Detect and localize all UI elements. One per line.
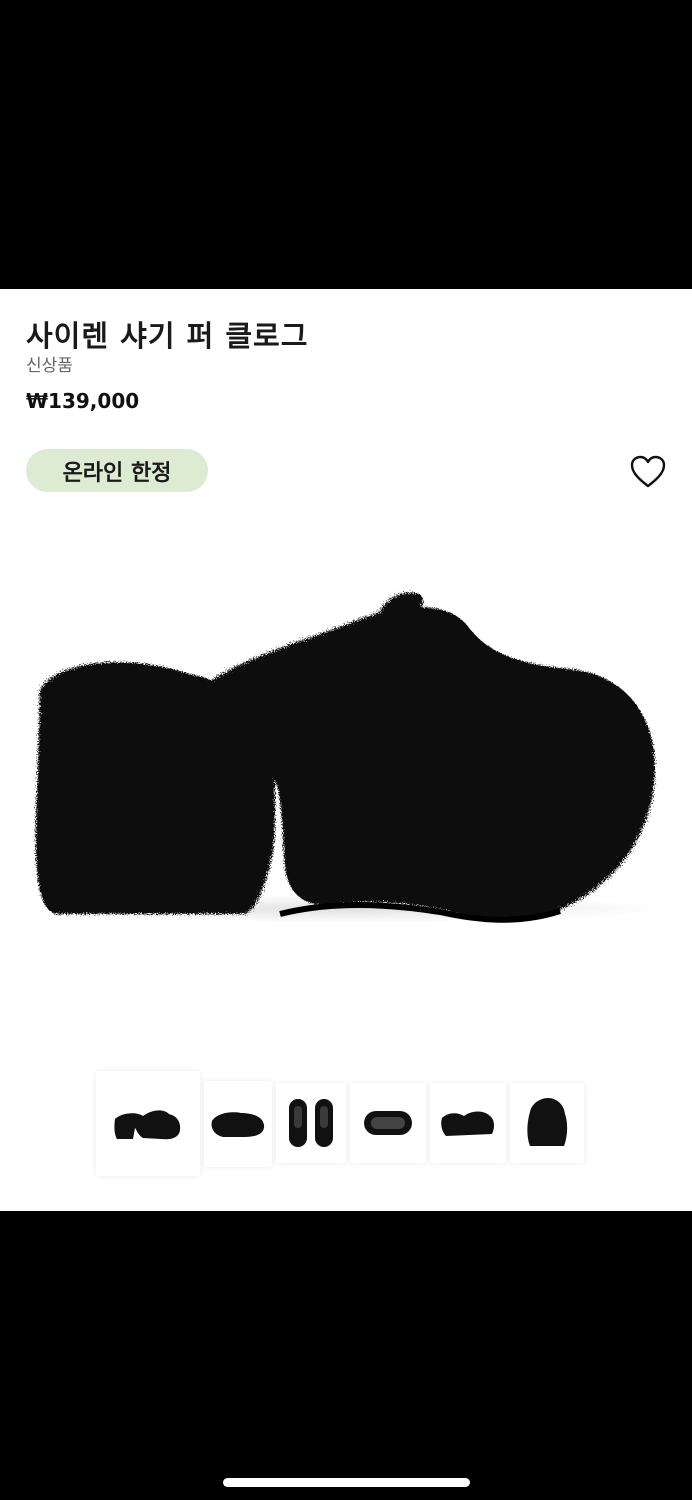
product-subtitle: 신상품	[26, 356, 73, 376]
product-main-image[interactable]	[20, 579, 672, 939]
thumbnail-item[interactable]	[510, 1083, 584, 1163]
thumbnail-image	[289, 1099, 333, 1147]
thumbnail-item[interactable]	[204, 1081, 272, 1167]
thumbnail-image	[114, 1109, 181, 1139]
thumbnail-image	[211, 1112, 265, 1137]
product-card: 사이렌 샤기 퍼 클로그 신상품 ₩139,000 온라인 한정	[0, 289, 692, 1211]
heart-outline-icon	[630, 455, 666, 488]
thumbnail-item[interactable]	[96, 1071, 200, 1176]
top-black-area	[0, 0, 692, 289]
product-price: ₩139,000	[26, 389, 140, 413]
thumbnail-item[interactable]	[276, 1083, 346, 1163]
badge-label: 온라인 한정	[62, 460, 172, 486]
favorite-button[interactable]	[630, 455, 666, 489]
thumbnail-image	[364, 1111, 412, 1135]
home-indicator	[223, 1478, 470, 1487]
thumbnail-item[interactable]	[350, 1083, 426, 1163]
product-title: 사이렌 샤기 퍼 클로그	[26, 319, 309, 353]
thumbnail-item[interactable]	[430, 1083, 506, 1163]
thumbnail-strip	[96, 1071, 586, 1179]
thumbnail-image	[527, 1098, 568, 1146]
online-exclusive-badge: 온라인 한정	[26, 449, 208, 492]
thumbnail-image	[441, 1111, 495, 1136]
